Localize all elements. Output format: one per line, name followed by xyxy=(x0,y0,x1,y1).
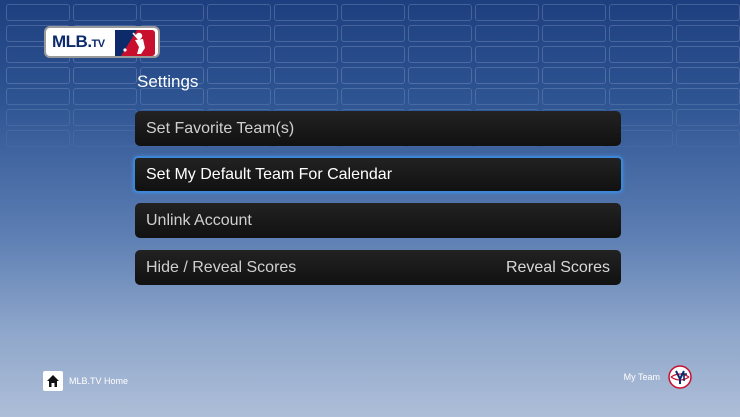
background-tile xyxy=(274,46,338,63)
background-tile xyxy=(207,4,271,21)
page-title: Settings xyxy=(137,72,199,91)
background-tile xyxy=(609,88,673,105)
background-tile xyxy=(475,4,539,21)
background-tile xyxy=(6,4,70,21)
background-tile xyxy=(6,109,70,126)
background-tile xyxy=(609,46,673,63)
background-tile xyxy=(274,4,338,21)
menu-item-label: Set Favorite Team(s) xyxy=(146,119,295,137)
background-tile xyxy=(6,88,70,105)
background-tile xyxy=(73,4,137,21)
background-tile xyxy=(274,88,338,105)
background-tile xyxy=(408,25,472,42)
background-tile xyxy=(408,88,472,105)
my-team-button[interactable]: My Team xyxy=(624,365,692,389)
background-tile xyxy=(207,67,271,84)
background-tile xyxy=(475,88,539,105)
home-label: MLB.TV Home xyxy=(69,376,129,386)
menu-item-unlink-account[interactable]: Unlink Account xyxy=(135,203,621,238)
background-tile xyxy=(73,67,137,84)
background-tile xyxy=(207,46,271,63)
menu-item-hide-reveal-scores[interactable]: Hide / Reveal Scores Reveal Scores xyxy=(135,250,621,285)
menu-item-label: Set My Default Team For Calendar xyxy=(146,165,393,183)
home-icon xyxy=(43,371,63,391)
background-tile xyxy=(676,4,740,21)
background-tile xyxy=(341,88,405,105)
team-logo-icon xyxy=(668,365,692,389)
background-tile xyxy=(542,25,606,42)
background-tile xyxy=(542,46,606,63)
background-tile xyxy=(542,67,606,84)
menu-item-set-default-team[interactable]: Set My Default Team For Calendar xyxy=(133,156,623,193)
background-tile xyxy=(6,67,70,84)
background-tile xyxy=(341,46,405,63)
background-tile xyxy=(475,25,539,42)
background-tile xyxy=(676,25,740,42)
background-tile xyxy=(274,25,338,42)
background-tile xyxy=(207,88,271,105)
menu-item-label: Hide / Reveal Scores xyxy=(146,258,297,276)
background-tile xyxy=(274,67,338,84)
mlbtv-home-button[interactable]: MLB.TV Home xyxy=(43,371,128,391)
background-tile xyxy=(676,109,740,126)
background-tile xyxy=(73,130,137,147)
menu-item-set-favorite-teams[interactable]: Set Favorite Team(s) xyxy=(135,111,621,146)
background-tile xyxy=(609,67,673,84)
background-tile xyxy=(676,88,740,105)
background-tile xyxy=(408,67,472,84)
background-tile xyxy=(609,4,673,21)
background-tile xyxy=(609,25,673,42)
background-tile xyxy=(73,109,137,126)
background-tile xyxy=(341,25,405,42)
background-tile xyxy=(676,46,740,63)
scores-setting-value: Reveal Scores xyxy=(505,258,610,276)
background-tile xyxy=(341,4,405,21)
background-tile xyxy=(475,46,539,63)
menu-item-label: Unlink Account xyxy=(146,211,252,229)
background-tile xyxy=(341,67,405,84)
background-tile xyxy=(140,4,204,21)
background-tile xyxy=(542,88,606,105)
background-tile xyxy=(73,88,137,105)
background-tile xyxy=(207,25,271,42)
background-tile xyxy=(676,67,740,84)
settings-screen: MLB.TV Settings Set Favorite Team(s) Set… xyxy=(0,0,740,417)
logo-wordmark: MLB.TV xyxy=(52,32,105,51)
mlbtv-logo: MLB.TV xyxy=(44,26,160,58)
background-tile xyxy=(542,4,606,21)
batter-logo-icon xyxy=(115,30,155,56)
background-tile xyxy=(408,46,472,63)
background-tile xyxy=(6,130,70,147)
background-tile xyxy=(676,130,740,147)
my-team-label: My Team xyxy=(623,372,660,382)
background-tile xyxy=(408,4,472,21)
background-tile xyxy=(475,67,539,84)
